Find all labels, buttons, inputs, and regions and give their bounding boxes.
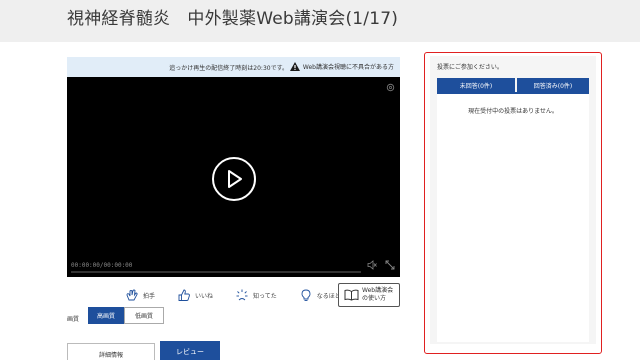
timecode: 00:00:00/00:00:00 [71,262,133,269]
fullscreen-icon[interactable] [385,260,395,270]
video-player[interactable]: 追っかけ再生の配信終了時刻は20:30です。 Web講演会視聴に不具合がある方 … [67,57,400,277]
seek-bar[interactable] [71,271,361,273]
notice-end-time: 追っかけ再生の配信終了時刻は20:30です。 [169,65,288,72]
page-title: 視神経脊髄炎 中外製薬Web講演会(1/17) [67,9,399,29]
poll-tab-answered[interactable]: 回答済み(0件) [517,78,589,92]
reaction-clap[interactable]: 拍手 [125,283,155,307]
play-button[interactable] [212,157,256,201]
quality-low-button[interactable]: 低画質 [124,307,164,324]
reaction-like[interactable]: いいね [177,283,213,307]
thumbs-up-icon [178,289,190,301]
trouble-link[interactable]: Web講演会視聴に不具合がある方 [289,62,394,71]
quality-label: 画質 [67,316,80,323]
quality-high-button[interactable]: 高画質 [88,307,124,324]
web-guide-label: Web講演会の使い方 [362,287,394,302]
sparkle-icon [236,289,248,301]
reaction-insight[interactable]: なるほど [299,283,341,307]
lightbulb-icon [301,289,311,301]
poll-heading: 投票にご参加ください。 [437,64,503,71]
play-icon [228,170,242,188]
page-header: 視神経脊髄炎 中外製薬Web講演会(1/17) [0,0,640,42]
settings-icon[interactable] [386,83,395,92]
book-icon [344,289,359,301]
web-guide-button[interactable]: Web講演会の使い方 [338,283,400,307]
trouble-link-label: Web講演会視聴に不具合がある方 [302,64,394,71]
tab-review[interactable]: レビュー [160,341,220,360]
warning-icon [289,62,300,71]
poll-tab-unanswered[interactable]: 未回答(0件) [437,78,515,92]
player-notice-bar: 追っかけ再生の配信終了時刻は20:30です。 Web講演会視聴に不具合がある方 [67,57,400,77]
reaction-knew-label: 知ってた [253,292,277,300]
poll-empty-message: 現在受付中の投票はありません。 [468,108,558,115]
reaction-knew[interactable]: 知ってた [235,283,277,307]
tab-details[interactable]: 詳細情報 [67,343,155,360]
poll-content: 現在受付中の投票はありません。 [437,92,589,342]
volume-icon[interactable] [367,260,377,270]
reaction-clap-label: 拍手 [143,292,156,300]
reaction-like-label: いいね [195,292,214,300]
clap-icon [126,289,138,301]
reaction-bar: 拍手 いいね 知ってた なるほど [125,283,363,307]
